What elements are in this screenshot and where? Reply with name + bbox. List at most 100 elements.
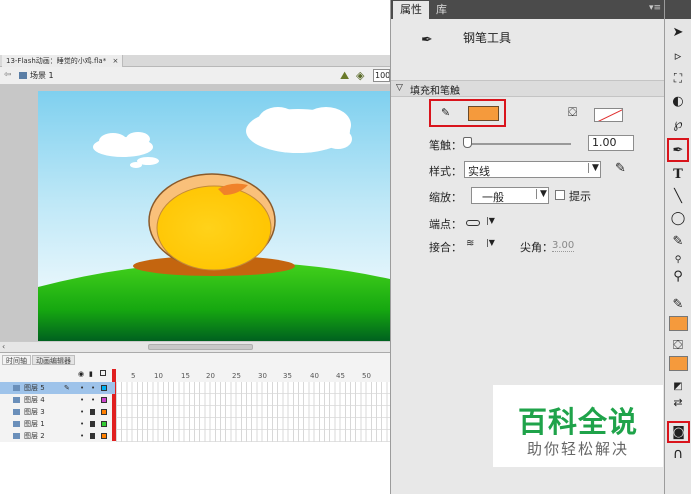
style-value: 实线 [468, 165, 490, 178]
frame-number: 50 [362, 372, 371, 380]
zoom-value: 100 [375, 71, 390, 80]
chevron-down-icon: ▼ [536, 189, 547, 199]
scale-select[interactable]: 一般 ▼ [471, 187, 549, 204]
visibility-dot[interactable]: • [80, 430, 84, 442]
tab-motion-editor[interactable]: 动画编辑器 [32, 355, 75, 365]
stroke-color-tool[interactable] [669, 316, 688, 331]
frame-number: 20 [206, 372, 215, 380]
watermark: 百科全说 助你轻松解决 [493, 385, 663, 467]
cap-select[interactable]: |▼ [464, 216, 500, 230]
section-header[interactable]: ▽ 填充和笔触 [391, 80, 665, 97]
stage-artwork [38, 107, 390, 341]
outline-icon[interactable] [100, 370, 106, 376]
edit-scene-icon[interactable]: ⛰ [340, 69, 349, 83]
document-tab[interactable]: 13-Flash动画：睡觉的小鸡.fla* × [2, 55, 124, 67]
frame-number: 5 [131, 372, 136, 380]
cloud-left [93, 132, 159, 168]
stroke-color-swatch[interactable] [468, 106, 499, 121]
layer-name: 图层 1 [24, 420, 45, 428]
pen-tool-icon[interactable]: ✒ [667, 138, 689, 162]
miter-label: 尖角： [520, 241, 553, 254]
line-tool-icon[interactable]: ╲ [667, 186, 689, 206]
lasso-tool-icon[interactable]: ℘ [667, 114, 689, 134]
round-cap-icon [466, 220, 480, 226]
3d-rotation-tool-icon[interactable]: ◐ [667, 91, 689, 111]
subselection-tool-icon[interactable]: ▹ [667, 46, 689, 66]
toolbar-header [665, 0, 691, 19]
timeline-panel: 时间轴 动画编辑器 ◉ ▮ 5 10 15 20 25 30 35 40 45 … [0, 352, 390, 442]
zoom-field[interactable]: 100 [373, 69, 390, 82]
scale-label: 缩放： [429, 191, 462, 204]
scroll-left-icon[interactable]: ‹ [2, 342, 5, 351]
lock-icon[interactable] [90, 433, 95, 439]
lock-icon[interactable] [90, 421, 95, 427]
text-tool-icon[interactable]: T [667, 164, 689, 184]
frames-grid[interactable] [116, 382, 390, 442]
visibility-dot[interactable]: • [80, 394, 84, 406]
visibility-dot[interactable]: • [80, 418, 84, 430]
horizontal-scrollbar[interactable]: ‹ [0, 341, 390, 352]
layer-row[interactable]: 图层 1 • [0, 418, 115, 430]
lock-dot[interactable]: • [91, 394, 95, 406]
layer-color-swatch[interactable] [101, 433, 107, 439]
miter-value[interactable]: 3.00 [552, 240, 575, 252]
layer-color-swatch[interactable] [101, 421, 107, 427]
scroll-thumb[interactable] [148, 344, 253, 350]
tab-library[interactable]: 库 [429, 1, 454, 19]
selection-tool-icon[interactable]: ➤ [667, 22, 689, 42]
close-icon[interactable]: × [112, 57, 118, 65]
fill-color-swatch[interactable] [594, 108, 623, 122]
layer-color-swatch[interactable] [101, 397, 107, 403]
back-arrow-icon[interactable]: ⇦ [4, 70, 12, 80]
layer-icon [13, 421, 20, 427]
hint-checkbox[interactable] [555, 190, 565, 200]
panel-menu-icon[interactable]: ▾≡ [649, 3, 661, 13]
document-tab-title: 13-Flash动画：睡觉的小鸡.fla* [6, 57, 107, 65]
pencil-tool-icon[interactable]: ✎ [667, 231, 689, 251]
visibility-dot[interactable]: • [80, 382, 84, 394]
stage[interactable] [38, 91, 390, 341]
visibility-dot[interactable]: • [80, 406, 84, 418]
layer-row[interactable]: 图层 2 • [0, 430, 115, 442]
lock-dot[interactable]: • [91, 382, 95, 394]
oval-tool-icon[interactable]: ◯ [667, 208, 689, 228]
object-drawing-tool-icon[interactable]: ◙ [667, 421, 690, 443]
stroke-slider-track[interactable] [467, 143, 571, 145]
snap-to-objects-icon[interactable]: ∩ [667, 444, 689, 464]
eye-icon[interactable]: ◉ [78, 370, 84, 378]
style-select[interactable]: 实线 ▼ [464, 161, 601, 178]
tab-properties[interactable]: 属性 [393, 1, 429, 19]
edit-symbols-icon[interactable]: ◈ [356, 69, 364, 82]
tool-name: 钢笔工具 [463, 31, 512, 45]
free-transform-tool-icon[interactable]: ⛶ [667, 68, 689, 88]
layer-row[interactable]: 图层 4 • • [0, 394, 115, 406]
frame-number: 30 [258, 372, 267, 380]
layer-row[interactable]: 图层 5 ✎ • • [0, 382, 115, 394]
tab-timeline[interactable]: 时间轴 [2, 355, 31, 365]
stroke-pencil-icon: ✎ [672, 296, 684, 312]
layer-color-swatch[interactable] [101, 385, 107, 391]
stroke-value-field[interactable]: 1.00 [588, 135, 634, 151]
scene-bar: ⇦ 场景 1 ⛰ ◈ 100 [0, 67, 390, 85]
chick-body [156, 185, 272, 271]
layer-name: 图层 2 [24, 432, 45, 440]
style-label: 样式： [429, 165, 462, 178]
layer-name: 图层 5 [24, 384, 45, 392]
zoom-tool-icon[interactable]: ⚲ [667, 266, 689, 286]
chevron-down-icon: |▼ [486, 216, 495, 225]
join-select[interactable]: ≋ |▼ [464, 238, 500, 252]
lock-icon[interactable]: ▮ [89, 370, 93, 378]
panel-tab-bar: 属性 库 ▾≡ [391, 0, 665, 19]
frame-number: 40 [310, 372, 319, 380]
fill-color-tool[interactable] [669, 356, 688, 371]
join-label: 接合： [429, 241, 462, 254]
stroke-slider-thumb[interactable] [463, 137, 472, 148]
layer-icon [13, 433, 20, 439]
layer-color-swatch[interactable] [101, 409, 107, 415]
scene-icon [19, 72, 27, 79]
layer-row[interactable]: 图层 3 • [0, 406, 115, 418]
lock-icon[interactable] [90, 409, 95, 415]
swap-colors-icon[interactable]: ⇄ [667, 392, 689, 412]
stroke-value: 1.00 [592, 136, 617, 149]
edit-stroke-style-icon[interactable]: ✎ [615, 161, 626, 176]
